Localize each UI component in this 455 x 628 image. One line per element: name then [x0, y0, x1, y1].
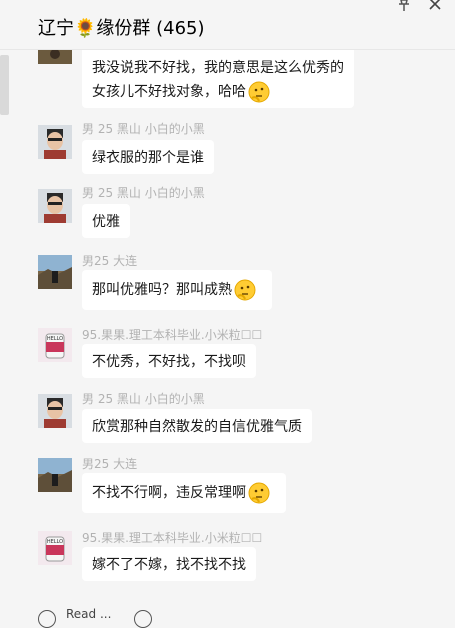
- footer-circle-icon[interactable]: [38, 610, 56, 628]
- thinking-emoji-icon: [248, 482, 270, 504]
- footer-text[interactable]: Read ...: [66, 607, 111, 621]
- sender-name: 男 25 黑山 小白的小黑: [82, 122, 205, 136]
- thinking-emoji-icon: [248, 81, 270, 103]
- message-bubble: 那叫优雅吗？那叫成熟: [82, 270, 272, 310]
- thinking-emoji-icon: [234, 279, 256, 301]
- message-bubble: 不找不行啊，违反常理啊: [82, 473, 286, 513]
- message-line: 女孩儿不好找对象，哈哈: [92, 80, 344, 104]
- message-text: 不优秀，不好找，不找呗: [92, 354, 246, 370]
- message-line: 我没说我不好找，我的意思是这么优秀的: [92, 60, 344, 76]
- avatar[interactable]: HELLO: [38, 328, 72, 362]
- sender-name: 95.果果.理工本科毕业.小米粒☐☐: [82, 531, 263, 545]
- message-bubble: 绿衣服的那个是谁: [82, 140, 214, 174]
- avatar[interactable]: [38, 458, 72, 492]
- message-text: 嫁不了不嫁，找不找不找: [92, 557, 246, 573]
- close-icon[interactable]: [427, 0, 443, 12]
- avatar[interactable]: [38, 125, 72, 159]
- message-text: 女孩儿不好找对象，哈哈: [92, 84, 246, 100]
- sender-name: 男25 大连: [82, 254, 138, 268]
- message-bubble: 欣赏那种自然散发的自信优雅气质: [82, 409, 312, 443]
- chat-message-list: 我没说我不好找，我的意思是这么优秀的 女孩儿不好找对象，哈哈 男 25 黑山 小…: [0, 50, 455, 598]
- chat-header: 辽宁🌻缘份群 (465): [0, 0, 455, 50]
- chat-title: 辽宁🌻缘份群 (465): [38, 18, 205, 39]
- message-bubble: 不优秀，不好找，不找呗: [82, 344, 256, 378]
- pin-icon[interactable]: [396, 0, 412, 12]
- message-bubble: 嫁不了不嫁，找不找不找: [82, 547, 256, 581]
- sender-name: 男 25 黑山 小白的小黑: [82, 392, 205, 406]
- sender-name: 男25 大连: [82, 457, 138, 471]
- avatar[interactable]: [38, 50, 72, 64]
- message-bubble: 优雅: [82, 204, 130, 238]
- message-text: 优雅: [92, 214, 120, 230]
- chat-footer: Read ...: [0, 598, 455, 628]
- avatar[interactable]: HELLO: [38, 531, 72, 565]
- message-bubble: 我没说我不好找，我的意思是这么优秀的 女孩儿不好找对象，哈哈: [82, 50, 354, 108]
- footer-circle-icon[interactable]: [134, 610, 152, 628]
- svg-text:HELLO: HELLO: [47, 336, 63, 342]
- message-text: 绿衣服的那个是谁: [92, 150, 204, 166]
- message-text: 欣赏那种自然散发的自信优雅气质: [92, 419, 302, 435]
- svg-text:HELLO: HELLO: [47, 539, 63, 545]
- avatar[interactable]: [38, 255, 72, 289]
- message-text: 那叫优雅吗？那叫成熟: [92, 282, 232, 298]
- sender-name: 95.果果.理工本科毕业.小米粒☐☐: [82, 328, 263, 342]
- sender-name: 男 25 黑山 小白的小黑: [82, 186, 205, 200]
- avatar[interactable]: [38, 189, 72, 223]
- avatar[interactable]: [38, 394, 72, 428]
- message-text: 不找不行啊，违反常理啊: [92, 485, 246, 501]
